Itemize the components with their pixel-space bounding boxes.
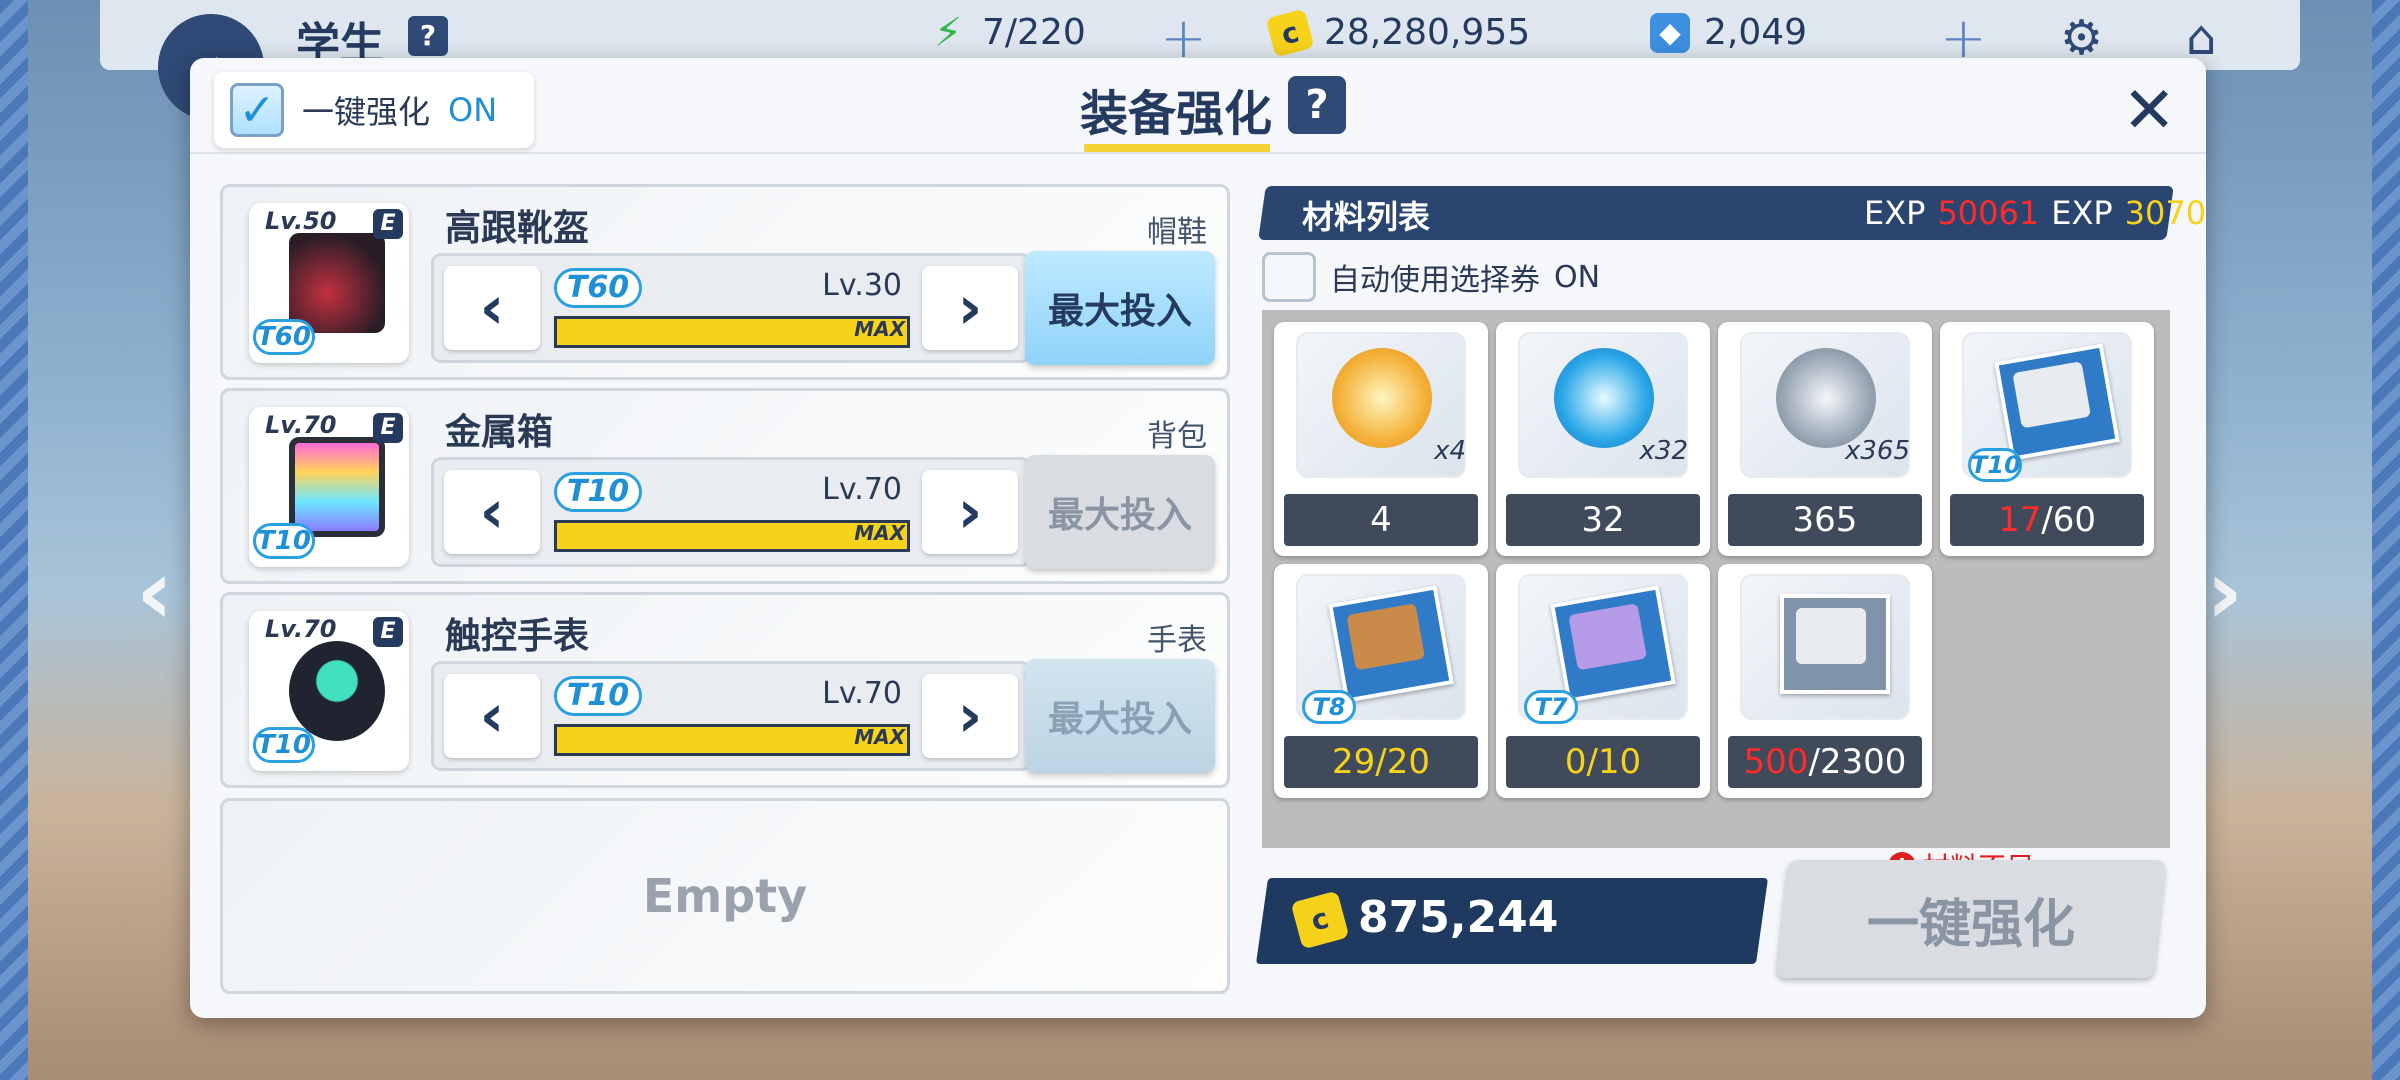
checkbox-unchecked-icon[interactable] bbox=[1262, 252, 1316, 302]
gems-value: 2,049 bbox=[1704, 12, 1808, 53]
material-image: T10 bbox=[1962, 332, 2132, 482]
material-image bbox=[1740, 574, 1910, 720]
material-image: T8 bbox=[1296, 574, 1466, 724]
gem-icon: ◆ bbox=[1650, 12, 1690, 53]
grey-orb-icon bbox=[1776, 348, 1876, 448]
credit-cost-value: 875,244 bbox=[1358, 892, 1559, 943]
lightning-icon: ⚡ bbox=[933, 9, 963, 56]
count-owned: 29/20 bbox=[1332, 742, 1430, 782]
material-count: 0/10 bbox=[1506, 736, 1700, 788]
one-click-enhance-button[interactable]: 一键强化 bbox=[1775, 860, 2167, 978]
page-help-button[interactable]: ? bbox=[408, 16, 448, 56]
materials-panel: 材料列表 EXP 50061 EXP 3070 自动使用选择券 ON x4 4 … bbox=[190, 58, 2206, 1018]
material-item[interactable]: x4 4 bbox=[1274, 322, 1488, 556]
material-item[interactable]: T10 17/60 bbox=[1940, 322, 2154, 556]
count-owned: 0/10 bbox=[1564, 742, 1642, 782]
watch-blueprint-icon bbox=[1550, 585, 1676, 703]
gems-counter: ◆ 2,049 bbox=[1650, 12, 1807, 53]
count-required: /60 bbox=[2041, 500, 2096, 540]
exp-label: EXP bbox=[1864, 194, 1926, 232]
ap-counter: ⚡ 7/220 bbox=[928, 9, 1086, 56]
material-item[interactable]: x365 365 bbox=[1718, 322, 1932, 556]
material-item[interactable]: x32 32 bbox=[1496, 322, 1710, 556]
material-tier: T7 bbox=[1524, 690, 1578, 724]
left-stripe-border bbox=[0, 0, 28, 1080]
material-item[interactable]: T7 0/10 bbox=[1496, 564, 1710, 798]
enhance-button-label: 一键强化 bbox=[1866, 894, 2075, 955]
credits-value: 28,280,955 bbox=[1324, 12, 1531, 53]
next-arrow-icon[interactable]: › bbox=[2206, 540, 2243, 645]
auto-select-label: 自动使用选择券 bbox=[1330, 263, 1540, 298]
material-tier: T10 bbox=[1968, 448, 2022, 482]
credits-counter: c 28,280,955 bbox=[1265, 8, 1531, 57]
watch-blueprint-icon bbox=[1780, 594, 1890, 694]
count-owned: 17 bbox=[1998, 500, 2042, 540]
material-count: 29/20 bbox=[1284, 736, 1478, 788]
material-item[interactable]: 500/2300 bbox=[1718, 564, 1932, 798]
material-count: 365 bbox=[1728, 494, 1922, 546]
material-tier: T8 bbox=[1302, 690, 1356, 724]
ap-value: 7/220 bbox=[982, 12, 1086, 53]
watch-blueprint-icon bbox=[1994, 343, 2120, 461]
material-item[interactable]: T8 29/20 bbox=[1274, 564, 1488, 798]
auto-select-state: ON bbox=[1554, 259, 1601, 295]
material-count: 4 bbox=[1284, 494, 1478, 546]
gold-orb-icon bbox=[1332, 348, 1432, 448]
material-count: 500/2300 bbox=[1728, 736, 1922, 788]
exp-display: EXP 50061 EXP 3070 bbox=[1864, 194, 2206, 232]
materials-title: 材料列表 bbox=[1302, 198, 1431, 236]
watch-blueprint-icon bbox=[1328, 585, 1454, 703]
material-qty: x4 bbox=[1434, 436, 1466, 466]
material-image: T7 bbox=[1518, 574, 1688, 724]
exp-overlap-label: EXP bbox=[2051, 194, 2113, 232]
count-owned: 500 bbox=[1743, 742, 1809, 782]
exp-total: 3070 bbox=[2124, 194, 2207, 232]
material-count: 32 bbox=[1506, 494, 1700, 546]
material-qty: x32 bbox=[1639, 436, 1688, 466]
material-count: 17/60 bbox=[1950, 494, 2144, 546]
material-qty: x365 bbox=[1844, 436, 1910, 466]
blue-orb-icon bbox=[1554, 348, 1654, 448]
credit-icon: c bbox=[1265, 8, 1315, 57]
exp-value: 50061 bbox=[1937, 194, 2040, 232]
prev-arrow-icon[interactable]: ‹ bbox=[136, 540, 173, 645]
right-stripe-border bbox=[2372, 0, 2400, 1080]
count-required: /2300 bbox=[1808, 742, 1907, 782]
auto-selection-ticket-toggle[interactable]: 自动使用选择券 ON bbox=[1262, 252, 1600, 302]
